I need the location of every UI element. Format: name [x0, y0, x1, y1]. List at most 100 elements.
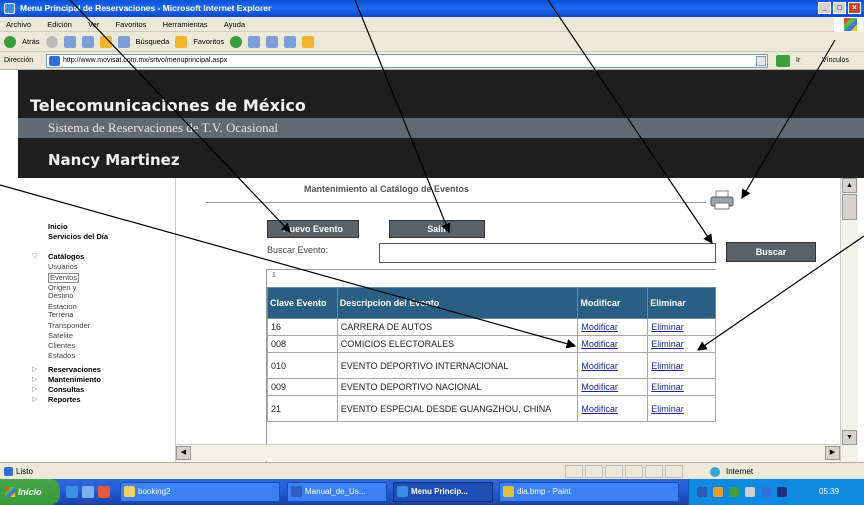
tray-icon[interactable] — [713, 487, 723, 497]
scroll-right-icon[interactable]: ▶ — [825, 446, 840, 460]
sidebar-item-servicios[interactable]: Servicios del Día — [48, 233, 118, 241]
search-label: Buscar Evento: — [267, 245, 329, 255]
new-event-button[interactable]: Nuevo Evento — [267, 220, 359, 238]
status-bar: Listo Internet — [0, 462, 864, 479]
modify-link[interactable]: Modificar — [577, 335, 649, 353]
sidebar-item-transponder[interactable]: Transponder — [48, 322, 90, 330]
sidebar-item-eventos[interactable]: Eventos — [48, 273, 80, 283]
maximize-button[interactable]: □ — [833, 2, 846, 14]
horizontal-scrollbar[interactable]: ◀ ▶ — [176, 444, 840, 461]
sidebar-item-estacion-terrena[interactable]: Estacion Terrena — [48, 303, 88, 319]
scroll-thumb[interactable] — [842, 194, 857, 220]
go-icon[interactable] — [776, 55, 790, 67]
back-button-label[interactable]: Atrás — [22, 32, 40, 52]
close-button[interactable]: × — [848, 2, 861, 14]
ie-icon — [397, 486, 408, 497]
exit-button[interactable]: Salir — [389, 220, 485, 238]
task-paint[interactable]: dia.bmp - Paint — [499, 482, 679, 502]
sidebar-item-satelite[interactable]: Satelite — [48, 332, 73, 340]
cell-clave: 16 — [267, 318, 338, 336]
expand-arrow-icon[interactable]: ▷ — [32, 385, 37, 393]
cell-clave: 008 — [267, 335, 338, 353]
printer-icon[interactable] — [709, 190, 735, 210]
back-icon[interactable] — [4, 35, 16, 48]
sidebar-item-clientes[interactable]: Clientes — [48, 342, 75, 350]
sidebar-item-mantenimiento[interactable]: Mantenimiento — [48, 376, 101, 384]
forward-icon[interactable] — [45, 35, 58, 48]
address-dropdown[interactable] — [756, 56, 766, 66]
grid-page-number[interactable]: 1 — [272, 272, 276, 279]
menu-herramientas[interactable]: Herramientas — [163, 20, 208, 29]
sidebar-item-consultas[interactable]: Consultas — [48, 386, 84, 394]
delete-link[interactable]: Eliminar — [647, 378, 716, 396]
task-booking2[interactable]: booking2 — [120, 482, 280, 502]
task-menu-principal[interactable]: Menu Princip... — [393, 482, 493, 502]
scroll-down-icon[interactable]: ▼ — [842, 430, 857, 445]
scroll-up-icon[interactable]: ▲ — [842, 178, 857, 193]
print-icon[interactable] — [266, 35, 279, 48]
menu-favoritos[interactable]: Favoritos — [116, 20, 147, 29]
sidebar-item-catalogos[interactable]: Catálogos — [48, 253, 84, 261]
desktop-quicklaunch-icon[interactable] — [82, 486, 94, 498]
window-titlebar[interactable]: Menu Principal de Reservaciones - Micros… — [0, 0, 864, 17]
menubar: Archivo Edición Ver Favoritos Herramient… — [0, 17, 864, 32]
folder-icon — [124, 486, 135, 497]
home-icon[interactable] — [99, 35, 112, 48]
vertical-scrollbar[interactable]: ▲ ▼ — [840, 178, 858, 462]
sidebar-item-inicio[interactable]: Inicio — [48, 223, 68, 231]
edit-icon[interactable] — [284, 35, 297, 48]
modify-link[interactable]: Modificar — [577, 378, 649, 396]
refresh-icon[interactable] — [81, 35, 94, 48]
search-button-label[interactable]: Búsqueda — [136, 32, 170, 52]
delete-link[interactable]: Eliminar — [647, 318, 716, 336]
address-input[interactable]: http://www.movisat.com.mx/srtvo/menuprin… — [46, 54, 768, 68]
modify-link[interactable]: Modificar — [577, 395, 649, 422]
tray-icon[interactable] — [777, 487, 787, 497]
modify-link[interactable]: Modificar — [577, 352, 649, 379]
word-icon — [291, 486, 302, 497]
mail-icon[interactable] — [248, 35, 261, 48]
minimize-button[interactable]: _ — [818, 2, 831, 14]
expand-arrow-icon[interactable]: ▷ — [32, 395, 37, 403]
table-row: 21 EVENTO ESPECIAL DESDE GUANGZHOU, CHIN… — [267, 395, 716, 422]
media-quicklaunch-icon[interactable] — [98, 486, 110, 498]
sidebar-item-origen-destino[interactable]: Origen y Destino — [48, 284, 96, 300]
ie-quicklaunch-icon[interactable] — [66, 486, 78, 498]
delete-link[interactable]: Eliminar — [647, 335, 716, 353]
tray-icon[interactable] — [745, 487, 755, 497]
tray-icon[interactable] — [761, 487, 771, 497]
sidebar-item-reportes[interactable]: Reportes — [48, 396, 81, 404]
menu-edicion[interactable]: Edición — [47, 20, 72, 29]
stop-icon[interactable] — [63, 35, 76, 48]
task-manual[interactable]: Manual_de_Us... — [287, 482, 387, 502]
search-event-input[interactable] — [379, 243, 716, 263]
window-controls: _ □ × — [818, 2, 861, 14]
folder-icon[interactable] — [302, 35, 315, 48]
menu-ver[interactable]: Ver — [88, 20, 99, 29]
favorites-icon[interactable] — [175, 35, 188, 48]
tray-icon[interactable] — [729, 487, 739, 497]
collapse-arrow-icon[interactable]: ▽ — [32, 252, 37, 260]
status-panes — [565, 465, 683, 478]
search-icon[interactable] — [117, 35, 130, 48]
history-icon[interactable] — [230, 35, 243, 48]
tray-icon[interactable] — [697, 487, 707, 497]
sidebar-item-reservaciones[interactable]: Reservaciones — [48, 366, 101, 374]
scroll-left-icon[interactable]: ◀ — [176, 446, 191, 460]
ie-status-icon — [4, 467, 13, 476]
expand-arrow-icon[interactable]: ▷ — [32, 375, 37, 383]
start-button[interactable]: Inicio — [0, 479, 60, 505]
links-label[interactable]: Vínculos — [822, 52, 849, 70]
sidebar-item-usuarios[interactable]: Usuarios — [48, 263, 78, 271]
menu-ayuda[interactable]: Ayuda — [224, 20, 245, 29]
favorites-button-label[interactable]: Favoritos — [193, 32, 224, 52]
expand-arrow-icon[interactable]: ▷ — [32, 365, 37, 373]
sidebar-item-estados[interactable]: Estados — [48, 352, 75, 360]
delete-link[interactable]: Eliminar — [647, 395, 716, 422]
modify-link[interactable]: Modificar — [577, 318, 649, 336]
menu-archivo[interactable]: Archivo — [6, 20, 31, 29]
delete-link[interactable]: Eliminar — [647, 352, 716, 379]
search-button[interactable]: Buscar — [726, 242, 816, 262]
col-clave: Clave Evento — [267, 287, 338, 319]
go-button-label[interactable]: Ir — [796, 52, 800, 70]
